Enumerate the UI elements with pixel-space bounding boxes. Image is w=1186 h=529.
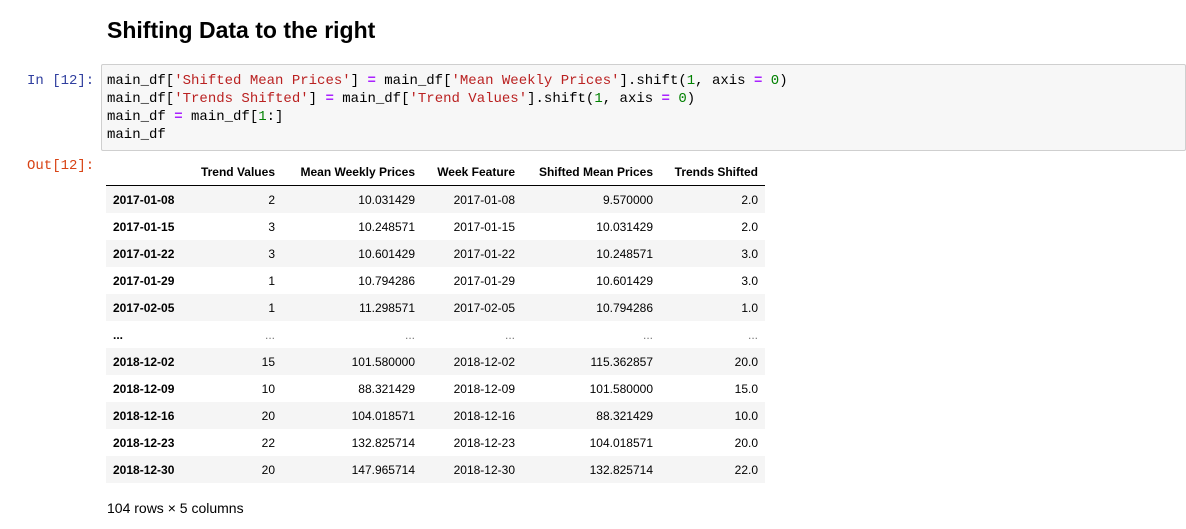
code-string: 'Trend Values' [409, 91, 528, 107]
dataframe-table: Trend Values Mean Weekly Prices Week Fea… [106, 158, 765, 483]
table-cell: 10 [261, 381, 275, 396]
row-index: 2017-01-08 [113, 192, 175, 207]
table-cell: 15.0 [734, 381, 758, 396]
column-header-index [106, 158, 187, 186]
table-cell: 11.298571 [359, 300, 415, 315]
table-cell: 115.362857 [590, 354, 653, 369]
dataframe-shape-info: 104 rows × 5 columns [107, 500, 244, 516]
table-cell: ... [404, 327, 415, 342]
table-cell: 88.321429 [358, 381, 415, 396]
table-cell: 9.570000 [602, 192, 653, 207]
table-cell: 1 [268, 273, 275, 288]
row-index: 2018-12-16 [113, 408, 175, 423]
row-index: 2017-01-15 [113, 219, 175, 234]
table-cell: 2018-12-02 [453, 354, 515, 369]
table-cell: ... [264, 327, 275, 342]
column-header-trends-shifted: Trends Shifted [660, 158, 765, 186]
code-line: main_df = main_df[1:] [107, 109, 284, 125]
row-index: 2017-01-29 [113, 273, 175, 288]
table-row-ellipsis: ... ... ... ... ... ... [106, 321, 765, 348]
table-cell: 3.0 [741, 246, 758, 261]
table-cell: 1 [268, 300, 275, 315]
table-cell: 10.248571 [596, 246, 653, 261]
table-cell: 2017-01-29 [453, 273, 515, 288]
code-string: 'Shifted Mean Prices' [174, 73, 351, 89]
table-cell: 3 [268, 246, 275, 261]
column-header-week-feature: Week Feature [422, 158, 522, 186]
row-index: 2018-12-02 [113, 354, 175, 369]
table-cell: 1.0 [741, 300, 758, 315]
table-cell: 15 [261, 354, 275, 369]
table-cell: 10.601429 [596, 273, 653, 288]
code-string: 'Mean Weekly Prices' [451, 73, 620, 89]
section-heading: Shifting Data to the right [107, 17, 376, 43]
row-index: 2017-01-22 [113, 246, 175, 261]
table-cell: 2017-01-22 [453, 246, 515, 261]
table-row: 2017-01-29 1 10.794286 2017-01-29 10.601… [106, 267, 765, 294]
table-row: 2017-01-22 3 10.601429 2017-01-22 10.248… [106, 240, 765, 267]
table-cell: 88.321429 [596, 408, 653, 423]
row-index: 2018-12-09 [113, 381, 175, 396]
table-cell: 2017-02-05 [453, 300, 515, 315]
table-cell: 147.965714 [351, 462, 415, 477]
table-cell: 2017-01-15 [453, 219, 515, 234]
column-header-shifted-mean-prices: Shifted Mean Prices [522, 158, 660, 186]
code-line: main_df [107, 127, 166, 143]
table-row: 2017-01-08 2 10.031429 2017-01-08 9.5700… [106, 185, 765, 213]
table-cell: 20 [261, 408, 275, 423]
code-editor[interactable]: main_df['Shifted Mean Prices'] = main_df… [107, 72, 788, 144]
table-cell: 2.0 [741, 219, 758, 234]
table-cell: 2018-12-09 [453, 381, 515, 396]
table-row: 2017-01-15 3 10.248571 2017-01-15 10.031… [106, 213, 765, 240]
row-index: ... [113, 327, 124, 342]
table-cell: 132.825714 [589, 462, 653, 477]
table-cell: ... [504, 327, 515, 342]
table-row: 2018-12-02 15 101.580000 2018-12-02 115.… [106, 348, 765, 375]
input-prompt: In [12]: [27, 73, 95, 89]
table-cell: 104.018571 [589, 435, 653, 450]
table-cell: 101.580000 [351, 354, 415, 369]
table-row: 2018-12-09 10 88.321429 2018-12-09 101.5… [106, 375, 765, 402]
table-row: 2018-12-23 22 132.825714 2018-12-23 104.… [106, 429, 765, 456]
column-header-mean-weekly-prices: Mean Weekly Prices [282, 158, 422, 186]
row-index: 2018-12-23 [113, 435, 175, 450]
table-cell: 10.031429 [596, 219, 653, 234]
table-cell: 10.031429 [358, 192, 415, 207]
table-cell: 132.825714 [351, 435, 415, 450]
table-cell: 3.0 [741, 273, 758, 288]
table-cell: 20.0 [734, 435, 758, 450]
table-cell: 101.580000 [589, 381, 653, 396]
table-cell: 2018-12-16 [453, 408, 515, 423]
table-cell: 2 [268, 192, 275, 207]
table-cell: 2.0 [741, 192, 758, 207]
table-cell: 22.0 [734, 462, 758, 477]
table-row: 2018-12-16 20 104.018571 2018-12-16 88.3… [106, 402, 765, 429]
code-line: main_df['Shifted Mean Prices'] = main_df… [107, 73, 788, 89]
table-cell: ... [747, 327, 758, 342]
table-cell: 20 [261, 462, 275, 477]
table-cell: 20.0 [734, 354, 758, 369]
row-index: 2018-12-30 [113, 462, 175, 477]
table-cell: 10.794286 [358, 273, 415, 288]
table-cell: 10.0 [734, 408, 758, 423]
table-cell: 2017-01-08 [453, 192, 515, 207]
table-cell: 10.794286 [596, 300, 653, 315]
row-index: 2017-02-05 [113, 300, 175, 315]
column-header-trend-values: Trend Values [187, 158, 282, 186]
code-line: main_df['Trends Shifted'] = main_df['Tre… [107, 91, 696, 107]
table-row: 2018-12-30 20 147.965714 2018-12-30 132.… [106, 456, 765, 483]
code-string: 'Trends Shifted' [174, 91, 309, 107]
table-cell: 104.018571 [351, 408, 415, 423]
table-cell: ... [642, 327, 653, 342]
table-cell: 22 [261, 435, 275, 450]
table-cell: 3 [268, 219, 275, 234]
table-cell: 10.601429 [358, 246, 415, 261]
table-header-row: Trend Values Mean Weekly Prices Week Fea… [106, 158, 765, 186]
output-prompt: Out[12]: [27, 158, 95, 174]
table-cell: 10.248571 [358, 219, 415, 234]
table-cell: 2018-12-30 [453, 462, 515, 477]
table-row: 2017-02-05 1 11.298571 2017-02-05 10.794… [106, 294, 765, 321]
code-cell[interactable]: main_df['Shifted Mean Prices'] = main_df… [101, 64, 1186, 151]
table-cell: 2018-12-23 [453, 435, 515, 450]
